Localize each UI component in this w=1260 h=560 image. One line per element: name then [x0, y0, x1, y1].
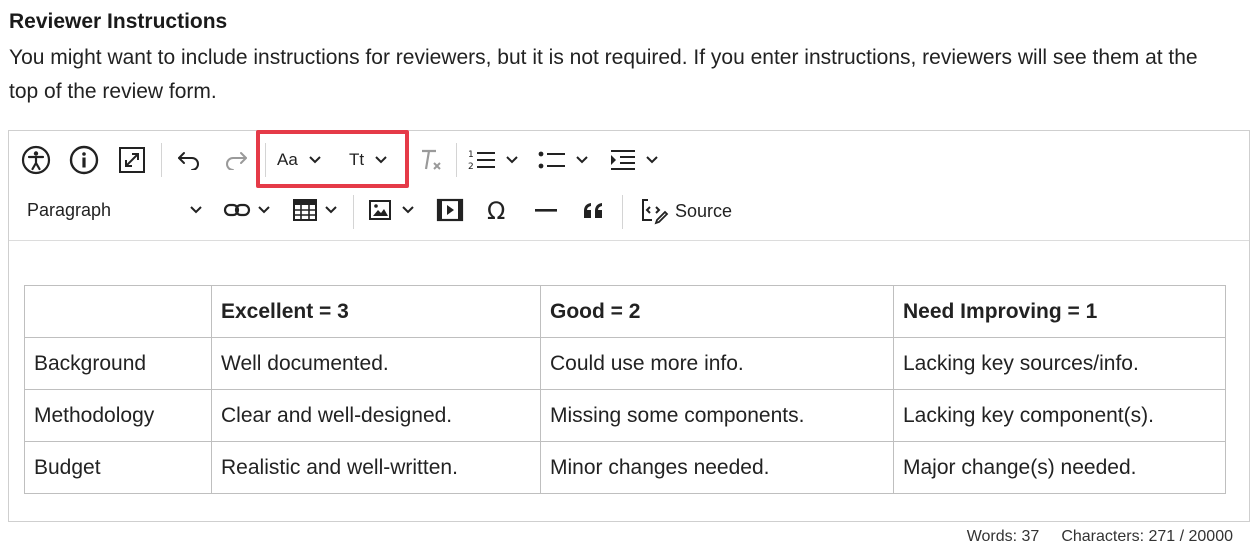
editor-content[interactable]: Excellent = 3 Good = 2 Need Improving = … [9, 241, 1249, 522]
table-cell[interactable]: Well documented. [211, 337, 541, 390]
source-icon [642, 199, 669, 225]
chevron-down-icon [309, 156, 321, 164]
undo-button[interactable] [172, 145, 206, 175]
table-icon [293, 199, 317, 221]
character-count: Characters: 271 / 20000 [1061, 528, 1233, 545]
rich-text-editor: Aa Tt 12 Paragraph Ω Source Excellent = … [8, 130, 1250, 522]
special-characters-button[interactable]: Ω [481, 195, 515, 225]
table-cell[interactable]: Missing some components. [540, 389, 894, 442]
bulleted-list-dropdown[interactable] [537, 145, 595, 175]
table-row: Budget Realistic and well-written. Minor… [24, 441, 1226, 494]
source-button[interactable]: Source [639, 195, 739, 227]
table-cell[interactable]: Lacking key sources/info. [893, 337, 1226, 390]
media-button[interactable] [433, 195, 467, 225]
link-dropdown[interactable] [223, 195, 279, 225]
fullscreen-icon [119, 147, 145, 173]
indent-dropdown[interactable] [609, 145, 667, 175]
font-family-icon: Aa [277, 150, 298, 169]
table-cell[interactable]: Clear and well-designed. [211, 389, 541, 442]
block-quote-button[interactable] [577, 195, 611, 225]
description: You might want to include instructions f… [9, 46, 1198, 103]
word-count: Words: 37 [966, 528, 1040, 545]
chevron-down-icon [576, 156, 588, 164]
rubric-table: Excellent = 3 Good = 2 Need Improving = … [24, 285, 1226, 494]
table-cell[interactable]: Methodology [24, 389, 212, 442]
chevron-down-icon [325, 206, 337, 214]
chevron-down-icon [258, 206, 270, 214]
redo-icon [226, 152, 247, 170]
chevron-down-icon [506, 156, 518, 164]
link-icon [223, 203, 251, 217]
fullscreen-button[interactable] [115, 143, 149, 177]
heading-select[interactable]: Paragraph [27, 195, 203, 225]
chevron-down-icon [375, 156, 387, 164]
editor-footer: Words: 37 Characters: 271 / 20000 [967, 528, 1233, 546]
table-row: Methodology Clear and well-designed. Mis… [24, 389, 1226, 442]
numbered-list-dropdown[interactable]: 12 [467, 145, 525, 175]
image-icon [369, 200, 391, 220]
table-row: Background Well documented. Could use mo… [24, 337, 1226, 390]
editor-toolbar: Aa Tt 12 Paragraph Ω Source [9, 131, 1249, 241]
table-cell[interactable]: Lacking key component(s). [893, 389, 1226, 442]
table-cell[interactable]: Realistic and well-written. [211, 441, 541, 494]
toolbar-separator [265, 143, 266, 177]
chevron-down-icon [402, 206, 414, 214]
table-cell[interactable]: Background [24, 337, 212, 390]
svg-text:2: 2 [468, 162, 474, 172]
info-icon [69, 145, 99, 175]
chevron-down-icon [646, 156, 658, 164]
toolbar-separator [622, 195, 623, 229]
indent-icon [611, 150, 635, 170]
font-size-dropdown[interactable]: Tt [349, 145, 409, 175]
table-cell[interactable]: Major change(s) needed. [893, 441, 1226, 494]
table-header-cell[interactable] [24, 285, 212, 338]
font-family-dropdown[interactable]: Aa [277, 145, 341, 175]
table-cell[interactable]: Budget [24, 441, 212, 494]
toolbar-separator [353, 195, 354, 229]
block-quote-icon [584, 203, 602, 218]
undo-icon [178, 152, 199, 170]
bulleted-list-icon [538, 151, 565, 169]
horizontal-line-icon [535, 209, 557, 212]
table-header-row: Excellent = 3 Good = 2 Need Improving = … [24, 285, 1226, 338]
table-cell[interactable]: Could use more info. [540, 337, 894, 390]
image-dropdown[interactable] [367, 195, 427, 225]
heading: Reviewer Instructions [9, 10, 228, 33]
numbered-list-icon: 12 [468, 150, 495, 172]
heading-select-value: Paragraph [27, 199, 112, 220]
source-label: Source [675, 200, 733, 221]
remove-format-icon [422, 149, 441, 170]
table-header-cell[interactable]: Need Improving = 1 [893, 285, 1226, 338]
redo-button[interactable] [219, 145, 253, 175]
media-icon [436, 198, 464, 222]
table-dropdown[interactable] [292, 195, 350, 225]
remove-format-button[interactable] [414, 145, 448, 175]
svg-text:1: 1 [468, 150, 474, 160]
horizontal-line-button[interactable] [529, 195, 563, 225]
toolbar-separator [161, 143, 162, 177]
chevron-down-icon [190, 206, 202, 214]
accessibility-icon [21, 145, 51, 175]
info-button[interactable] [67, 143, 101, 177]
font-size-icon: Tt [349, 150, 365, 169]
special-characters-icon: Ω [487, 198, 505, 222]
svg-text:Ω: Ω [487, 198, 505, 222]
table-header-cell[interactable]: Good = 2 [540, 285, 894, 338]
table-cell[interactable]: Minor changes needed. [540, 441, 894, 494]
toolbar-separator [456, 143, 457, 177]
accessibility-button[interactable] [19, 143, 53, 177]
table-header-cell[interactable]: Excellent = 3 [211, 285, 541, 338]
